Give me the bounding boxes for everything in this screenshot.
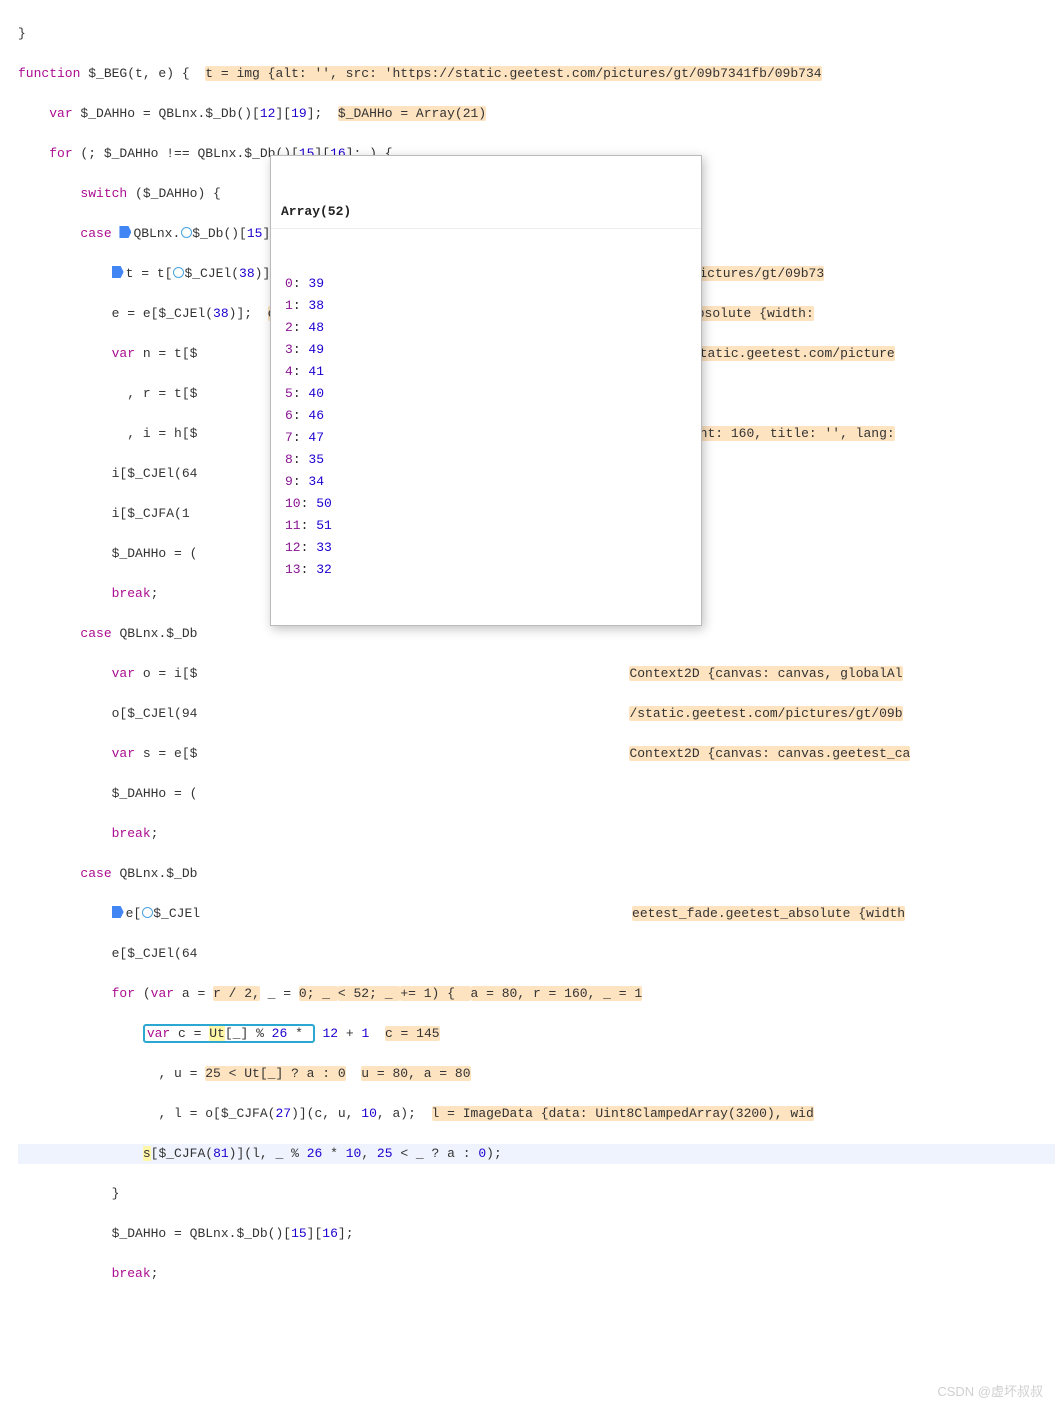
- tooltip-entry[interactable]: 0: 39: [271, 273, 701, 295]
- tooltip-entry[interactable]: 9: 34: [271, 471, 701, 493]
- inline-value: /static.geetest.com/pictures/gt/09b: [629, 706, 902, 721]
- step-target-icon: [181, 227, 192, 238]
- code-line: e[$_CJEl(64: [18, 944, 1055, 964]
- tooltip-entry[interactable]: 1: 38: [271, 295, 701, 317]
- code-line: $_DAHHo = (: [18, 784, 1055, 804]
- code-line: var s = e[$Context2D {canvas: canvas.gee…: [18, 744, 1055, 764]
- code-line: var c = Ut[_] % 26 * 12 + 1 c = 145: [18, 1024, 1055, 1044]
- inline-value: t = img {alt: '', src: 'https://static.g…: [205, 66, 821, 81]
- code-editor[interactable]: } function $_BEG(t, e) { t = img {alt: '…: [0, 0, 1055, 1404]
- tooltip-entry[interactable]: 8: 35: [271, 449, 701, 471]
- tooltip-entry[interactable]: 11: 51: [271, 515, 701, 537]
- inline-value: u = 80, a = 80: [361, 1066, 470, 1081]
- code-line: }: [18, 24, 1055, 44]
- step-target-icon: [142, 907, 153, 918]
- code-line: }: [18, 1184, 1055, 1204]
- inline-value: a = 80, r = 160, _ = 1: [471, 986, 643, 1001]
- code-line: case QBLnx.$_Db: [18, 864, 1055, 884]
- code-line: , l = o[$_CJFA(27)](c, u, 10, a); l = Im…: [18, 1104, 1055, 1124]
- code-line: var o = i[$Context2D {canvas: canvas, gl…: [18, 664, 1055, 684]
- code-line: e[$_CJEleetest_fade.geetest_absolute {wi…: [18, 904, 1055, 924]
- tooltip-entry[interactable]: 10: 50: [271, 493, 701, 515]
- tooltip-entry[interactable]: 12: 33: [271, 537, 701, 559]
- code-line: , u = 25 < Ut[_] ? a : 0 u = 80, a = 80: [18, 1064, 1055, 1084]
- tooltip-entry[interactable]: 5: 40: [271, 383, 701, 405]
- tooltip-body[interactable]: 0: 391: 382: 483: 494: 415: 406: 467: 47…: [271, 269, 701, 585]
- watermark: CSDN @虚坏叔叔: [937, 1382, 1043, 1402]
- breakpoint-marker[interactable]: [112, 266, 124, 278]
- code-line: function $_BEG(t, e) { t = img {alt: '',…: [18, 64, 1055, 84]
- paused-line: s[$_CJFA(81)](l, _ % 26 * 10, 25 < _ ? a…: [18, 1144, 1055, 1164]
- code-line: break;: [18, 824, 1055, 844]
- code-line: var $_DAHHo = QBLnx.$_Db()[12][19]; $_DA…: [18, 104, 1055, 124]
- code-line: break;: [18, 1264, 1055, 1284]
- tooltip-entry[interactable]: 4: 41: [271, 361, 701, 383]
- tooltip-entry[interactable]: 3: 49: [271, 339, 701, 361]
- value-tooltip[interactable]: Array(52) 0: 391: 382: 483: 494: 415: 40…: [270, 155, 702, 626]
- code-line: for (var a = r / 2, _ = 0; _ < 52; _ += …: [18, 984, 1055, 1004]
- code-line: case QBLnx.$_Db: [18, 624, 1055, 644]
- tooltip-entry[interactable]: 13: 32: [271, 559, 701, 581]
- inline-value: Context2D {canvas: canvas, globalAl: [629, 666, 902, 681]
- inline-value: Context2D {canvas: canvas.geetest_ca: [629, 746, 910, 761]
- inline-value: c = 145: [385, 1026, 440, 1041]
- tooltip-entry[interactable]: 2: 48: [271, 317, 701, 339]
- highlight-box: var c = Ut[_] % 26 *: [143, 1024, 315, 1043]
- code-line: $_DAHHo = QBLnx.$_Db()[15][16];: [18, 1224, 1055, 1244]
- inline-value: eetest_fade.geetest_absolute {width: [632, 906, 905, 921]
- inline-value: l = ImageData {data: Uint8ClampedArray(3…: [432, 1106, 814, 1121]
- tooltip-entry[interactable]: 6: 46: [271, 405, 701, 427]
- breakpoint-marker[interactable]: [119, 226, 131, 238]
- code-line: o[$_CJEl(94/static.geetest.com/pictures/…: [18, 704, 1055, 724]
- tooltip-title: Array(52): [271, 196, 701, 229]
- tooltip-entry[interactable]: 7: 47: [271, 427, 701, 449]
- inline-value: $_DAHHo = Array(21): [338, 106, 486, 121]
- step-target-icon: [173, 267, 184, 278]
- breakpoint-marker[interactable]: [112, 906, 124, 918]
